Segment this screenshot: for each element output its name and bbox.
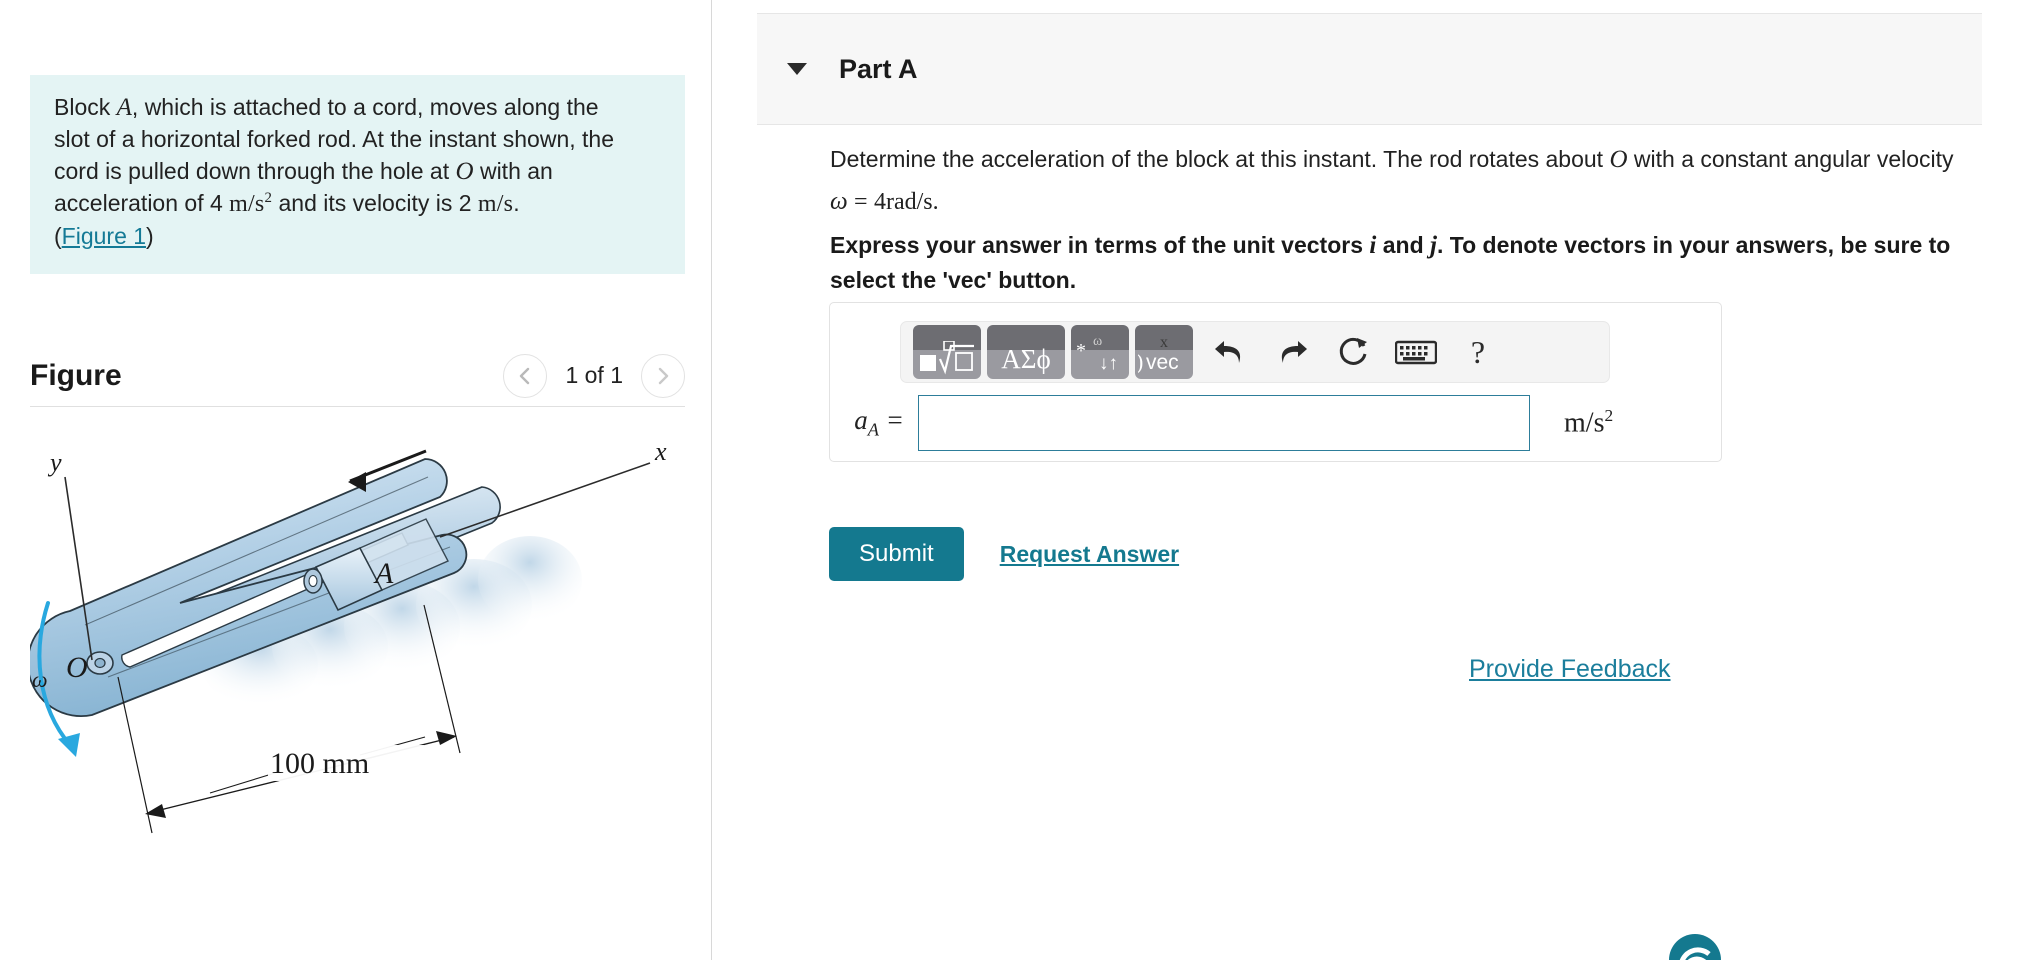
vector-button[interactable]: ) vec x xyxy=(1135,325,1193,379)
answer-unit: m/s2 xyxy=(1564,406,1614,439)
question-instruction: Express your answer in terms of the unit… xyxy=(830,228,2026,296)
answer-var: a xyxy=(854,405,868,436)
omega-label: ω xyxy=(32,667,48,692)
submit-button[interactable]: Submit xyxy=(829,527,964,581)
statement-text-3: slot of a horizontal forked rod. At the … xyxy=(54,126,614,153)
pearson-logo-icon xyxy=(1669,934,1721,960)
instruction-and: and xyxy=(1376,232,1431,258)
answer-var-subscript: A xyxy=(867,419,880,440)
figure-1-link[interactable]: Figure 1 xyxy=(62,223,146,249)
answer-unit-den: s xyxy=(1593,407,1605,439)
svg-text:*: * xyxy=(1076,340,1086,362)
figure-next-button[interactable] xyxy=(641,353,685,398)
figure-header: Figure 1 of 1 xyxy=(30,345,685,407)
figure-image: A y x ω O 100 mm xyxy=(26,415,685,915)
sqrt-template-icon xyxy=(920,341,974,375)
dimension-label: 100 mm xyxy=(270,747,369,780)
accel-unit-exponent: 2 xyxy=(264,190,273,207)
submit-row: Submit Request Answer xyxy=(829,527,1179,581)
paren-close: ) xyxy=(146,222,154,249)
question-omega: ω xyxy=(830,187,848,215)
part-a-header[interactable]: Part A xyxy=(757,13,1982,125)
provide-feedback-link[interactable]: Provide Feedback xyxy=(1469,655,1671,684)
answer-variable-label: aA = xyxy=(830,405,918,440)
accel-unit: m/s2 xyxy=(229,190,273,218)
keyboard-button[interactable] xyxy=(1385,325,1447,379)
greek-symbols-label: ΑΣϕ xyxy=(1001,344,1051,374)
accel-unit-num: m xyxy=(229,191,249,218)
special-chars-button[interactable]: * ↓↑ ω xyxy=(1071,325,1129,379)
forked-rod-diagram: A y x ω O 100 mm xyxy=(26,437,667,834)
chevron-right-icon xyxy=(658,367,669,384)
math-toolbar: ΑΣϕ * ↓↑ ω ) vec x xyxy=(900,321,1610,383)
answer-unit-num: m xyxy=(1564,407,1586,439)
right-panel: Part A Determine the acceleration of the… xyxy=(712,0,2026,960)
greek-symbols-button[interactable]: ΑΣϕ xyxy=(987,325,1065,379)
vec-icon: ) vec x xyxy=(1138,335,1179,374)
question-line1b: with a constant angular velocity xyxy=(1627,146,1954,172)
answer-row: aA = m/s2 xyxy=(830,395,1723,451)
template-sqrt-button[interactable] xyxy=(913,325,981,379)
help-button[interactable]: ? xyxy=(1447,325,1509,379)
svg-text:vec: vec xyxy=(1146,351,1179,374)
velocity-unit: m/s xyxy=(477,191,514,218)
unit-vector-j: j xyxy=(1430,232,1437,259)
redo-button[interactable] xyxy=(1261,325,1323,379)
undo-icon xyxy=(1215,341,1241,363)
figure-nav: 1 of 1 xyxy=(503,353,685,398)
svg-text:ω: ω xyxy=(1093,335,1102,349)
x-axis-label: x xyxy=(654,437,667,466)
statement-text-6: acceleration of 4 xyxy=(54,190,230,217)
instruction-part-a: Express your answer in terms of the unit… xyxy=(830,232,1370,258)
statement-text-8: . xyxy=(513,190,520,217)
undo-button[interactable] xyxy=(1199,325,1261,379)
instruction-part-c: select the 'vec' button. xyxy=(830,266,1077,293)
hole-symbol: O xyxy=(455,157,474,185)
statement-text-1: Block xyxy=(54,94,117,120)
svg-text:x: x xyxy=(1160,335,1168,351)
question-equals: = xyxy=(854,188,868,215)
dim-ext-left xyxy=(117,676,153,834)
reset-icon xyxy=(1339,337,1367,365)
chevron-left-icon xyxy=(520,367,530,384)
statement-text-4: cord is pulled down through the hole at xyxy=(54,157,456,184)
reset-button[interactable] xyxy=(1323,325,1385,379)
figure-prev-button[interactable] xyxy=(503,353,548,398)
page-root: Block A, which is attached to a cord, mo… xyxy=(0,0,2026,960)
caret-down-icon[interactable] xyxy=(787,63,807,75)
svg-text:↓↑: ↓↑ xyxy=(1099,353,1118,374)
figure-title: Figure xyxy=(30,358,122,392)
statement-text-7: and its velocity is 2 xyxy=(272,190,478,217)
answer-equals: = xyxy=(879,405,904,436)
statement-text-5: with an xyxy=(473,157,553,184)
figure-counter: 1 of 1 xyxy=(565,362,623,388)
statement-text-2: , which is attached to a cord, moves alo… xyxy=(131,94,599,120)
keyboard-icon xyxy=(1395,340,1437,365)
answer-unit-exp: 2 xyxy=(1604,406,1614,426)
question-omega-value: 4rad/s. xyxy=(873,188,939,215)
question-line1a: Determine the acceleration of the block … xyxy=(830,146,1610,172)
help-icon: ? xyxy=(1470,333,1486,370)
instruction-part-b: . To denote vectors in your answers, be … xyxy=(1436,232,1951,258)
block-a-label: A xyxy=(373,557,394,590)
paren-open: ( xyxy=(54,222,62,249)
part-a-label: Part A xyxy=(839,53,918,84)
problem-statement: Block A, which is attached to a cord, mo… xyxy=(30,75,685,274)
special-chars-icon: * ↓↑ ω xyxy=(1076,335,1118,374)
svg-text:): ) xyxy=(1138,349,1143,374)
question-symbol-o: O xyxy=(1609,146,1628,173)
block-symbol: A xyxy=(116,94,132,121)
answer-card: ΑΣϕ * ↓↑ ω ) vec x xyxy=(829,302,1722,462)
left-panel: Block A, which is attached to a cord, mo… xyxy=(0,0,712,960)
question-text: Determine the acceleration of the block … xyxy=(830,142,2026,219)
y-axis-label: y xyxy=(47,448,62,477)
brand-logo xyxy=(1667,932,1723,960)
answer-input[interactable] xyxy=(918,395,1530,451)
request-answer-link[interactable]: Request Answer xyxy=(1000,541,1179,568)
redo-icon xyxy=(1281,341,1307,363)
origin-label: O xyxy=(66,651,88,684)
